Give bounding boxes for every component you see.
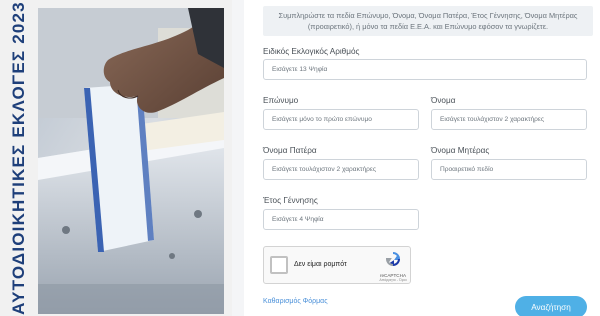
surname-label: Επώνυμο [263, 96, 299, 105]
left-panel: ΑΥΤΟΔΙΟΙΚΗΤΙΚΕΣ ΕΚΛΟΓΕΣ 2023 [0, 0, 232, 316]
surname-input[interactable] [263, 109, 419, 130]
recaptcha-widget: Δεν είμαι ρομπότ reCAPTCHA Απόρρητο - Όρ… [263, 246, 411, 284]
vertical-title: ΑΥΤΟΔΙΟΙΚΗΤΙΚΕΣ ΕΚΛΟΓΕΣ 2023 [4, 1, 34, 315]
mother-name-label: Όνομα Μητέρας [431, 146, 490, 155]
recaptcha-label: Δεν είμαι ρομπότ [294, 261, 347, 268]
mother-name-input[interactable] [431, 159, 587, 180]
recaptcha-checkbox[interactable] [270, 256, 288, 274]
name-input[interactable] [431, 109, 587, 130]
search-button[interactable]: Αναζήτηση [515, 296, 587, 316]
recaptcha-terms[interactable]: Απόρρητο - Όροι [378, 278, 408, 282]
ballot-box-illustration [38, 8, 224, 314]
birth-year-label: Έτος Γέννησης [263, 196, 318, 205]
eea-input[interactable] [263, 59, 587, 80]
reset-form-link[interactable]: Καθαρισμός Φόρμας [263, 298, 328, 305]
form-instructions: Συμπληρώστε τα πεδία Επώνυμο, Όνομα, Όνο… [263, 6, 593, 36]
recaptcha-icon [385, 252, 401, 267]
recaptcha-logo: reCAPTCHA Απόρρητο - Όροι [378, 251, 408, 282]
father-name-label: Όνομα Πατέρα [263, 146, 317, 155]
birth-year-input[interactable] [263, 209, 419, 230]
eea-label: Ειδικός Εκλογικός Αριθμός [263, 47, 360, 56]
name-label: Όνομα [431, 96, 456, 105]
election-ballot-photo [38, 8, 224, 314]
father-name-input[interactable] [263, 159, 419, 180]
vertical-title-text: ΑΥΤΟΔΙΟΙΚΗΤΙΚΕΣ ΕΚΛΟΓΕΣ 2023 [9, 1, 29, 315]
